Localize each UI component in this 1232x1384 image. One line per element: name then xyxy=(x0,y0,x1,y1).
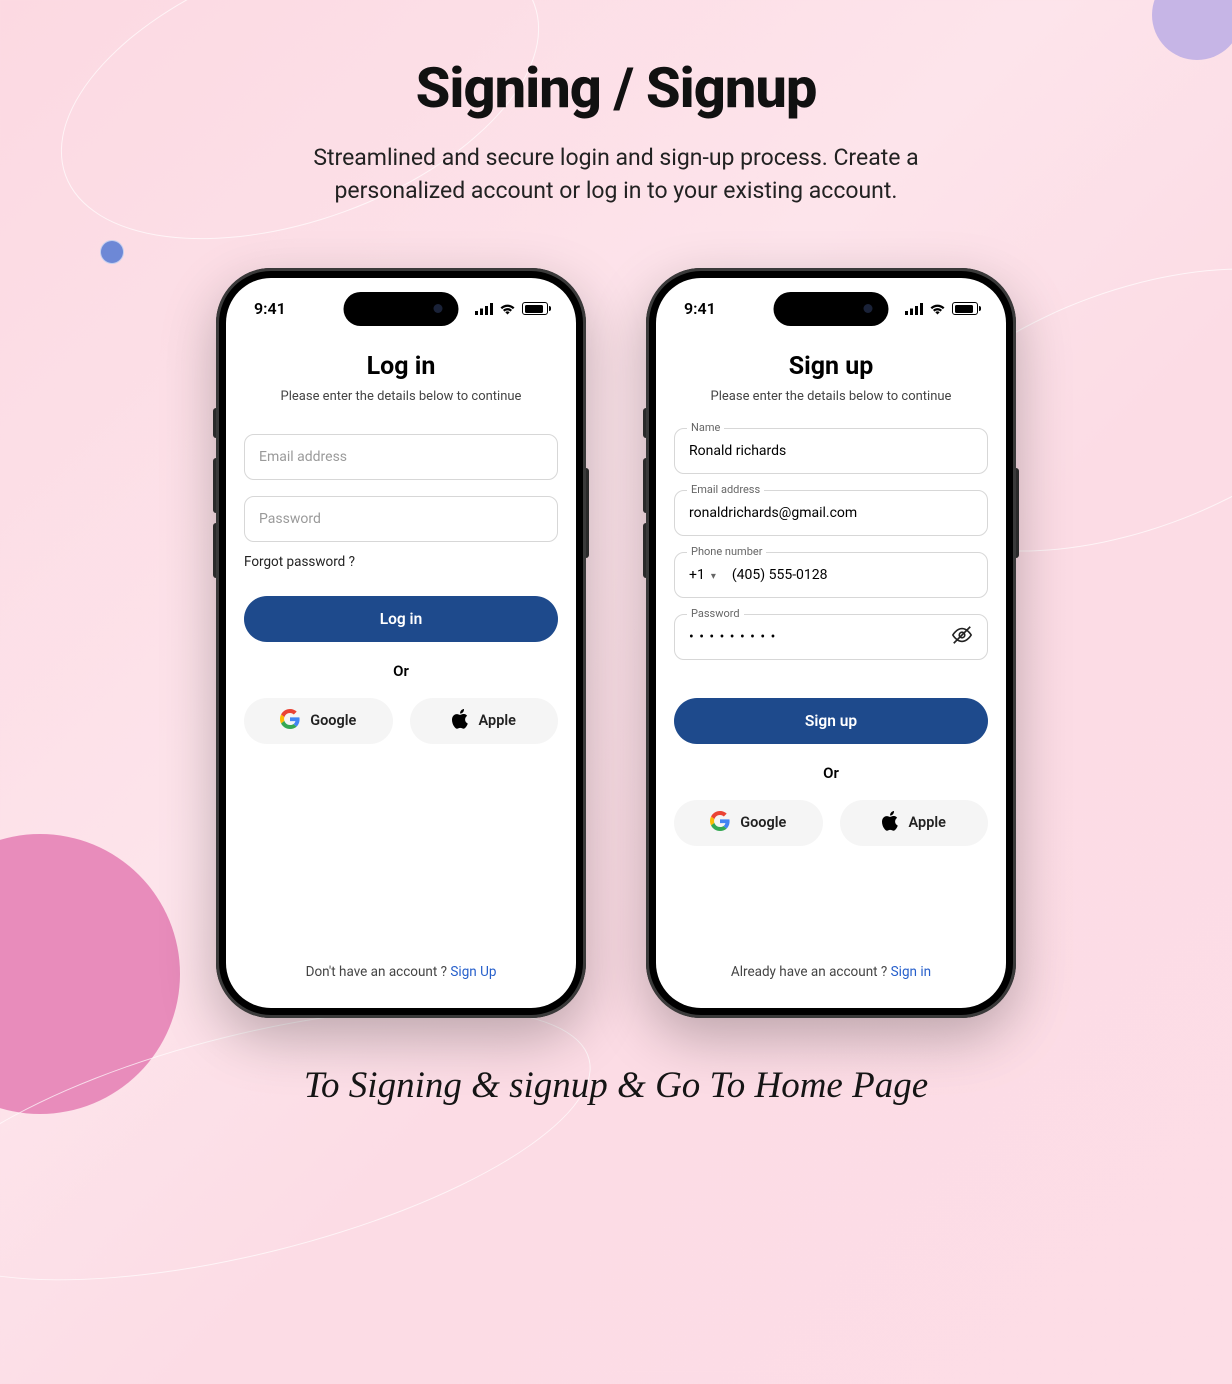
chevron-down-icon: ▾ xyxy=(711,571,716,582)
phone-notch xyxy=(774,292,889,326)
google-label: Google xyxy=(310,712,356,729)
page-subtitle: Streamlined and secure login and sign-up… xyxy=(0,141,1232,208)
email-field[interactable]: Email address ronaldrichards@gmail.com xyxy=(674,490,988,536)
password-label: Password xyxy=(687,607,744,620)
wifi-icon xyxy=(499,303,516,315)
battery-icon xyxy=(952,302,978,315)
login-subtitle: Please enter the details below to contin… xyxy=(244,389,558,404)
status-time: 9:41 xyxy=(254,299,286,318)
email-placeholder: Email address xyxy=(259,449,347,465)
google-icon xyxy=(710,811,730,835)
apple-signin-button[interactable]: Apple xyxy=(410,698,559,744)
signin-link[interactable]: Sign in xyxy=(891,964,931,980)
apple-icon xyxy=(882,811,899,835)
signup-link[interactable]: Sign Up xyxy=(450,964,496,980)
name-field[interactable]: Name Ronald richards xyxy=(674,428,988,474)
footer-text: Already have an account ? xyxy=(731,964,891,980)
signup-subtitle: Please enter the details below to contin… xyxy=(674,389,988,404)
battery-icon xyxy=(522,302,548,315)
country-code-select[interactable]: +1 ▾ xyxy=(689,567,732,583)
name-label: Name xyxy=(687,421,724,434)
eye-off-icon[interactable] xyxy=(951,624,973,650)
email-label: Email address xyxy=(687,483,764,496)
phone-value: (405) 555-0128 xyxy=(732,567,828,583)
apple-label: Apple xyxy=(479,712,516,729)
page-caption: To Signing & signup & Go To Home Page xyxy=(0,1064,1232,1107)
email-field[interactable]: Email address xyxy=(244,434,558,480)
password-field[interactable]: Password • • • • • • • • • xyxy=(674,614,988,660)
google-signin-button[interactable]: Google xyxy=(244,698,393,744)
signup-button[interactable]: Sign up xyxy=(674,698,988,744)
email-value: ronaldrichards@gmail.com xyxy=(689,505,857,521)
signup-footer: Already have an account ? Sign in xyxy=(674,964,988,1008)
password-field[interactable]: Password xyxy=(244,496,558,542)
phone-mockup-login: 9:41 Log in Please enter the details bel… xyxy=(216,268,586,1018)
wifi-icon xyxy=(929,303,946,315)
forgot-password-link[interactable]: Forgot password ? xyxy=(244,554,558,570)
phone-notch xyxy=(344,292,459,326)
cellular-signal-icon xyxy=(475,303,493,315)
login-button[interactable]: Log in xyxy=(244,596,558,642)
phone-label: Phone number xyxy=(687,545,766,558)
google-signin-button[interactable]: Google xyxy=(674,800,823,846)
decorative-circle xyxy=(100,240,124,264)
footer-text: Don't have an account ? xyxy=(306,964,451,980)
phone-mockup-signup: 9:41 Sign up Please enter the details be… xyxy=(646,268,1016,1018)
subtitle-line: Streamlined and secure login and sign-up… xyxy=(313,144,918,171)
subtitle-line: personalized account or log in to your e… xyxy=(335,177,898,204)
login-footer: Don't have an account ? Sign Up xyxy=(244,964,558,1008)
cellular-signal-icon xyxy=(905,303,923,315)
or-divider: Or xyxy=(244,662,558,680)
apple-signin-button[interactable]: Apple xyxy=(840,800,989,846)
password-value: • • • • • • • • • xyxy=(689,629,776,645)
page-title: Signing / Signup xyxy=(0,55,1232,121)
signup-title: Sign up xyxy=(674,352,988,381)
password-placeholder: Password xyxy=(259,511,321,527)
login-title: Log in xyxy=(244,352,558,381)
google-icon xyxy=(280,709,300,733)
google-label: Google xyxy=(740,814,786,831)
phone-code: +1 xyxy=(689,567,705,583)
apple-icon xyxy=(452,709,469,733)
status-time: 9:41 xyxy=(684,299,716,318)
apple-label: Apple xyxy=(909,814,946,831)
name-value: Ronald richards xyxy=(689,443,786,459)
or-divider: Or xyxy=(674,764,988,782)
phone-field[interactable]: Phone number +1▾ (405) 555-0128 xyxy=(674,552,988,598)
